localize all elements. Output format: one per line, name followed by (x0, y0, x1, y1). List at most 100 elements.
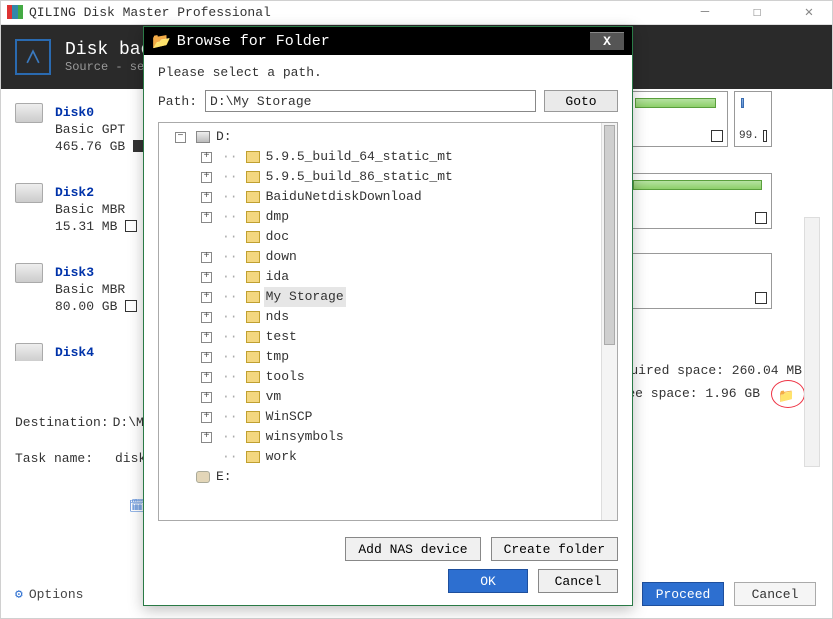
folder-icon (246, 431, 260, 443)
folder-icon (246, 391, 260, 403)
task-name-value: disk (115, 451, 146, 466)
tree-folder-label[interactable]: nds (264, 307, 291, 327)
app-logo-icon (7, 5, 23, 21)
tree-folder-label[interactable]: 5.9.5_build_64_static_mt (264, 147, 455, 167)
tree-expand-icon[interactable]: + (201, 172, 212, 183)
cancel-button[interactable]: Cancel (538, 569, 618, 593)
goto-button[interactable]: Goto (544, 90, 618, 112)
required-space-label: uired space: 260.04 MB (627, 359, 802, 382)
tree-folder-label[interactable]: work (264, 447, 299, 467)
path-input[interactable] (205, 90, 536, 112)
tree-folder-label[interactable]: doc (264, 227, 291, 247)
disk-type: Basic GPT (55, 122, 155, 139)
partition-checkbox[interactable] (711, 130, 723, 142)
tree-folder-label[interactable]: tools (264, 367, 307, 387)
disk-type: Basic MBR (55, 202, 155, 219)
folder-icon (246, 371, 260, 383)
tree-expand-icon[interactable]: + (201, 152, 212, 163)
disk-backup-icon (15, 39, 51, 75)
create-folder-button[interactable]: Create folder (491, 537, 618, 561)
tree-folder-label[interactable]: WinSCP (264, 407, 315, 427)
tree-expand-icon[interactable]: + (201, 392, 212, 403)
tree-folder-label[interactable]: vm (264, 387, 284, 407)
dialog-prompt: Please select a path. (158, 65, 618, 80)
tree-drive-label[interactable]: D: (214, 127, 234, 147)
partition-block[interactable] (626, 253, 772, 309)
proceed-button[interactable]: Proceed (642, 582, 724, 606)
tree-folder-label[interactable]: tmp (264, 347, 291, 367)
disk-icon (15, 343, 43, 361)
tree-drive-label[interactable]: E: (214, 467, 234, 487)
gear-icon: ⚙ (15, 587, 23, 602)
browse-folder-dialog: 📂 Browse for Folder X Please select a pa… (143, 26, 633, 606)
partition-block[interactable]: 99. (734, 91, 772, 147)
folder-tree: − D:+·· 5.9.5_build_64_static_mt+·· 5.9.… (158, 122, 618, 521)
disk-size: 15.31 MB (55, 219, 117, 234)
options-link[interactable]: Options (29, 587, 84, 602)
disk-name: Disk4 (55, 345, 155, 361)
folder-icon (246, 451, 260, 463)
folder-icon (246, 171, 260, 183)
tree-folder-label[interactable]: dmp (264, 207, 291, 227)
partition-checkbox[interactable] (763, 130, 767, 142)
tree-folder-label[interactable]: BaiduNetdiskDownload (264, 187, 424, 207)
cancel-button[interactable]: Cancel (734, 582, 816, 606)
tree-expand-icon[interactable]: + (201, 312, 212, 323)
tree-expand-icon[interactable]: + (201, 352, 212, 363)
path-label: Path: (158, 94, 197, 109)
tree-folder-label[interactable]: ida (264, 267, 291, 287)
disk-size: 465.76 GB (55, 139, 125, 154)
tree-expand-icon[interactable]: + (201, 272, 212, 283)
tree-expand-icon[interactable]: + (201, 212, 212, 223)
scrollbar[interactable] (804, 217, 820, 467)
window-close-button[interactable]: ✕ (792, 4, 826, 21)
tree-folder-label[interactable]: down (264, 247, 299, 267)
partition-block[interactable] (628, 91, 728, 147)
add-nas-button[interactable]: Add NAS device (345, 537, 480, 561)
tree-collapse-icon[interactable]: − (175, 132, 186, 143)
folder-icon (246, 291, 260, 303)
partition-checkbox[interactable] (755, 292, 767, 304)
tree-expand-icon[interactable]: + (201, 412, 212, 423)
tree-expand-icon[interactable]: + (201, 192, 212, 203)
tree-expand-icon[interactable]: + (201, 252, 212, 263)
partition-pct: 99. (739, 130, 759, 142)
drive-icon (196, 471, 210, 483)
folder-icon (246, 251, 260, 263)
dialog-title: Browse for Folder (177, 33, 330, 50)
dialog-close-button[interactable]: X (590, 32, 624, 50)
folder-icon (246, 191, 260, 203)
disk-type: Basic MBR (55, 282, 155, 299)
tree-folder-label[interactable]: 5.9.5_build_86_static_mt (264, 167, 455, 187)
ok-button[interactable]: OK (448, 569, 528, 593)
window-minimize-button[interactable]: — (688, 4, 722, 21)
folder-icon (246, 411, 260, 423)
tree-folder-label[interactable]: winsymbols (264, 427, 346, 447)
dialog-titlebar: 📂 Browse for Folder X (144, 27, 632, 55)
browse-destination-icon[interactable]: 📁 (778, 385, 794, 408)
task-name-label: Task name: (15, 451, 111, 466)
window-maximize-button[interactable]: ☐ (740, 4, 774, 21)
partition-checkbox[interactable] (755, 212, 767, 224)
folder-icon (246, 151, 260, 163)
tree-folder-label[interactable]: test (264, 327, 299, 347)
tree-folder-label[interactable]: My Storage (264, 287, 346, 307)
folder-icon (246, 211, 260, 223)
folder-icon (246, 311, 260, 323)
partition-block[interactable] (626, 173, 772, 229)
disk-checkbox[interactable] (125, 220, 137, 232)
folder-open-icon: 📂 (152, 32, 171, 51)
destination-label: Destination: (15, 415, 109, 430)
tree-expand-icon[interactable]: + (201, 332, 212, 343)
disk-icon (15, 183, 43, 203)
folder-icon (246, 351, 260, 363)
tree-expand-icon[interactable]: + (201, 372, 212, 383)
folder-icon (246, 231, 260, 243)
titlebar: QILING Disk Master Professional — ☐ ✕ (1, 1, 832, 25)
scrollbar[interactable] (601, 123, 617, 520)
folder-icon (246, 331, 260, 343)
tree-expand-icon[interactable]: + (201, 292, 212, 303)
disk-checkbox[interactable] (125, 300, 137, 312)
tree-expand-icon[interactable]: + (201, 432, 212, 443)
app-title: QILING Disk Master Professional (29, 5, 271, 20)
